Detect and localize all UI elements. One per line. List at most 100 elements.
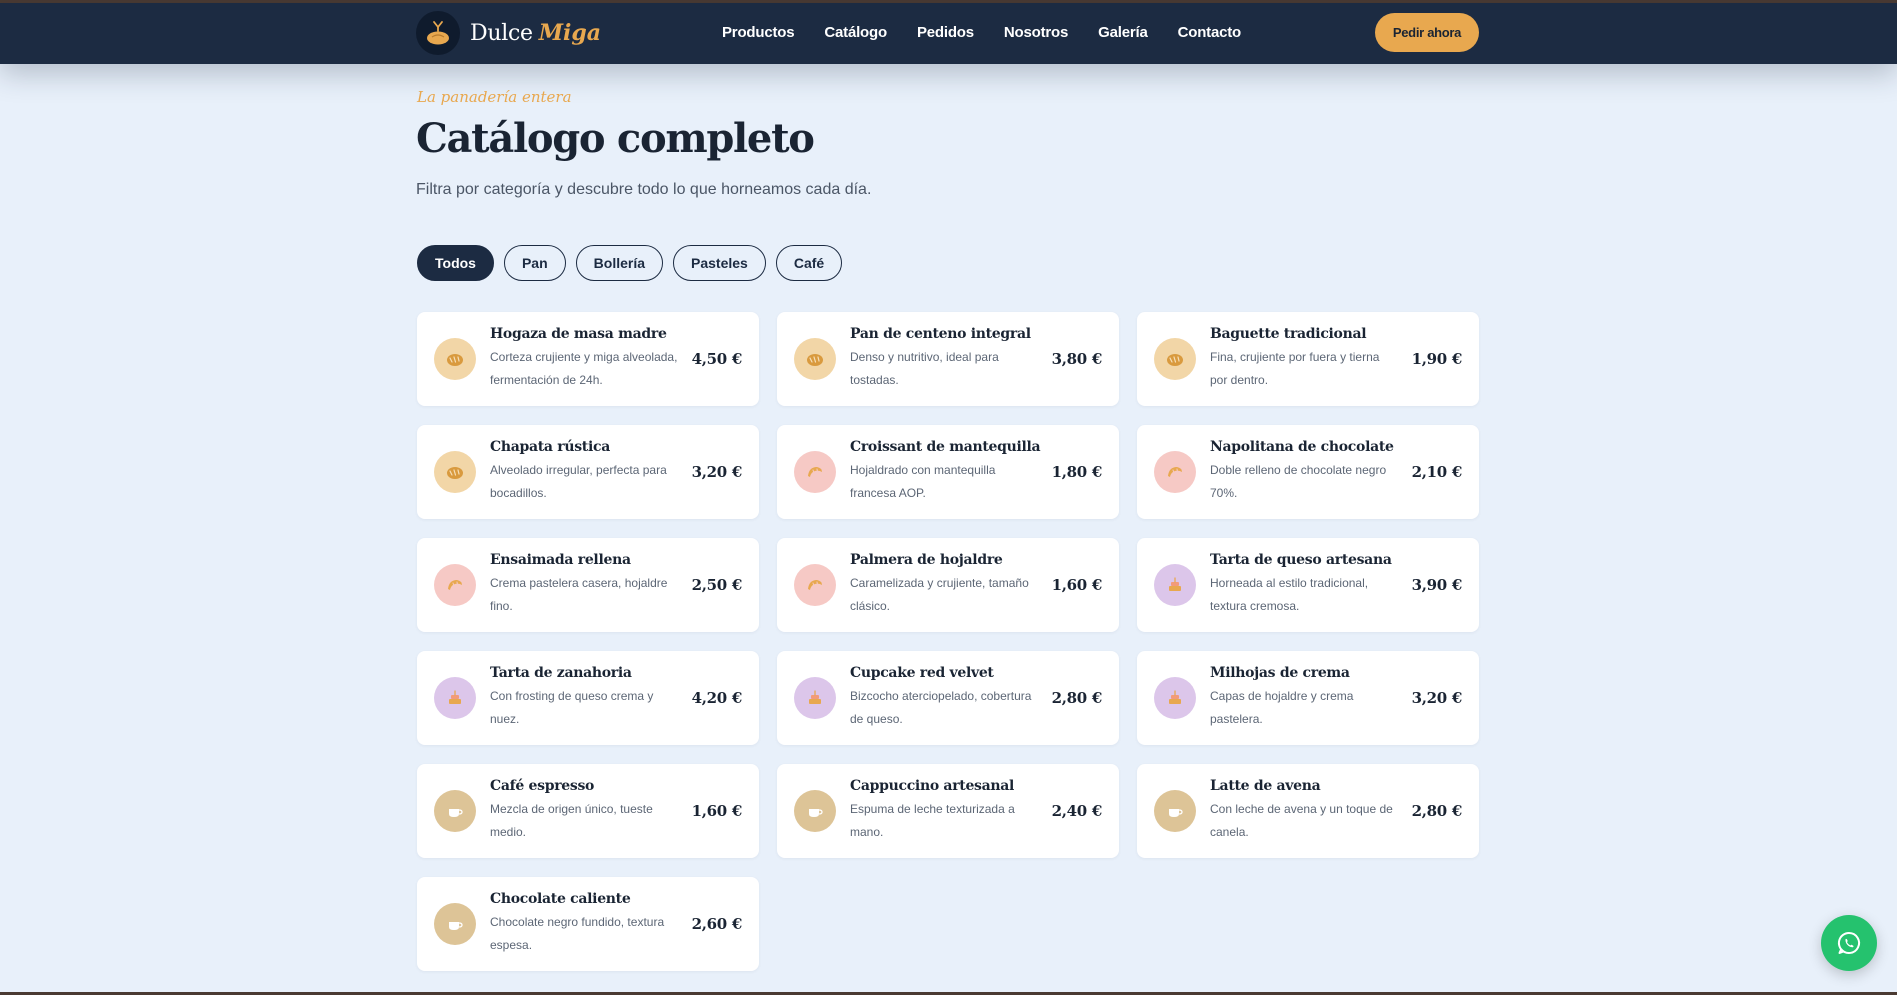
product-card[interactable]: Baguette tradicional Fina, crujiente por … [1137,312,1479,406]
product-info: Chocolate caliente Chocolate negro fundid… [490,877,686,957]
filter-todos[interactable]: Todos [417,245,494,281]
product-price: 2,40 € [1051,802,1103,820]
croissant-icon [1154,451,1196,493]
product-name: Pan de centeno integral [850,326,1031,342]
product-card[interactable]: Milhojas de crema Capas de hojaldre y cre… [1137,651,1479,745]
product-card[interactable]: Hogaza de masa madre Corteza crujiente y … [417,312,759,406]
product-info: Chapata rústica Alveolado irregular, perf… [490,425,686,505]
product-info: Milhojas de crema Capas de hojaldre y cre… [1210,651,1406,731]
product-info: Hogaza de masa madre Corteza crujiente y … [490,312,686,392]
product-card[interactable]: Palmera de hojaldre Caramelizada y crujie… [777,538,1119,632]
cake-icon [1154,677,1196,719]
product-name: Cappuccino artesanal [850,778,1015,794]
product-info: Cappuccino artesanal Espuma de leche text… [850,764,1046,844]
bread-icon [794,338,836,380]
product-price: 2,80 € [1411,802,1463,820]
product-grid: Hogaza de masa madre Corteza crujiente y … [417,312,1479,971]
product-name: Milhojas de crema [1210,665,1350,681]
product-description: Chocolate negro fundido, textura espesa. [490,915,665,952]
product-price: 2,50 € [691,576,743,594]
brand[interactable]: Dulce Miga [416,11,601,55]
filter-cafe[interactable]: Café [775,245,843,281]
order-now-button[interactable]: Pedir ahora [1375,13,1479,52]
product-card[interactable]: Tarta de queso artesana Horneada al estil… [1137,538,1479,632]
product-card[interactable]: Café espresso Mezcla de origen único, tue… [417,764,759,858]
product-price: 1,90 € [1411,350,1463,368]
page-title: Catálogo completo [416,115,815,162]
product-name: Hogaza de masa madre [490,326,667,342]
eyebrow: La panadería entera [417,88,572,106]
brand-accent: Miga [538,20,602,46]
bread-logo-icon [416,11,460,55]
product-description: Corteza crujiente y miga alveolada, ferm… [490,350,678,387]
croissant-icon [794,451,836,493]
category-filters: Todos Pan Bollería Pasteles Café [417,245,843,281]
filter-pan[interactable]: Pan [503,245,566,281]
product-info: Café espresso Mezcla de origen único, tue… [490,764,686,844]
product-card[interactable]: Cupcake red velvet Bizcocho aterciopelado… [777,651,1119,745]
product-info: Baguette tradicional Fina, crujiente por … [1210,312,1406,392]
product-name: Croissant de mantequilla [850,439,1041,455]
croissant-icon [794,564,836,606]
product-description: Horneada al estilo tradicional, textura … [1210,576,1369,613]
product-description: Bizcocho aterciopelado, cobertura de que… [850,689,1032,726]
product-card[interactable]: Ensaimada rellena Crema pastelera casera,… [417,538,759,632]
product-card[interactable]: Chocolate caliente Chocolate negro fundid… [417,877,759,971]
product-info: Tarta de queso artesana Horneada al estil… [1210,538,1406,618]
product-name: Chapata rústica [490,439,610,455]
product-price: 2,60 € [691,915,743,933]
product-card[interactable]: Latte de avena Con leche de avena y un to… [1137,764,1479,858]
filter-pasteles[interactable]: Pasteles [673,245,766,281]
product-card[interactable]: Cappuccino artesanal Espuma de leche text… [777,764,1119,858]
product-card[interactable]: Tarta de zanahoria Con frosting de queso … [417,651,759,745]
product-name: Ensaimada rellena [490,552,631,568]
cake-icon [1154,564,1196,606]
main-nav: Productos Catálogo Pedidos Nosotros Gale… [722,24,1241,41]
filter-bolleria[interactable]: Bollería [575,245,664,281]
product-card[interactable]: Chapata rústica Alveolado irregular, perf… [417,425,759,519]
product-info: Pan de centeno integral Denso y nutritivo… [850,312,1046,392]
product-description: Fina, crujiente por fuera y tierna por d… [1210,350,1380,387]
product-card[interactable]: Napolitana de chocolate Doble relleno de … [1137,425,1479,519]
product-price: 3,90 € [1411,576,1463,594]
bread-icon [434,451,476,493]
croissant-icon [434,564,476,606]
product-info: Tarta de zanahoria Con frosting de queso … [490,651,686,731]
product-name: Tarta de queso artesana [1210,552,1392,568]
product-info: Napolitana de chocolate Doble relleno de … [1210,425,1406,505]
product-price: 4,50 € [691,350,743,368]
nav-nosotros[interactable]: Nosotros [1004,24,1068,41]
product-description: Con leche de avena y un toque de canela. [1210,802,1393,839]
nav-catalogo[interactable]: Catálogo [824,24,887,41]
bread-icon [1154,338,1196,380]
brand-name: Dulce [470,21,533,46]
product-description: Alveolado irregular, perfecta para bocad… [490,463,667,500]
product-name: Palmera de hojaldre [850,552,1003,568]
product-info: Ensaimada rellena Crema pastelera casera,… [490,538,686,618]
product-price: 1,60 € [1051,576,1103,594]
product-price: 1,80 € [1051,463,1103,481]
bread-icon [434,338,476,380]
product-price: 3,20 € [1411,689,1463,707]
product-description: Con frosting de queso crema y nuez. [490,689,654,726]
product-card[interactable]: Croissant de mantequilla Hojaldrado con m… [777,425,1119,519]
product-name: Tarta de zanahoria [490,665,632,681]
coffee-cup-icon [434,903,476,945]
nav-pedidos[interactable]: Pedidos [917,24,974,41]
product-card[interactable]: Pan de centeno integral Denso y nutritivo… [777,312,1119,406]
product-price: 3,80 € [1051,350,1103,368]
product-info: Palmera de hojaldre Caramelizada y crujie… [850,538,1046,618]
product-description: Mezcla de origen único, tueste medio. [490,802,653,839]
product-description: Denso y nutritivo, ideal para tostadas. [850,350,999,387]
coffee-cup-icon [434,790,476,832]
nav-productos[interactable]: Productos [722,24,795,41]
product-description: Capas de hojaldre y crema pastelera. [1210,689,1354,726]
product-description: Espuma de leche texturizada a mano. [850,802,1015,839]
product-price: 3,20 € [691,463,743,481]
whatsapp-button[interactable] [1821,915,1877,971]
nav-galeria[interactable]: Galería [1098,24,1148,41]
nav-contacto[interactable]: Contacto [1178,24,1242,41]
product-name: Cupcake red velvet [850,665,994,681]
cake-icon [794,677,836,719]
product-description: Doble relleno de chocolate negro 70%. [1210,463,1387,500]
